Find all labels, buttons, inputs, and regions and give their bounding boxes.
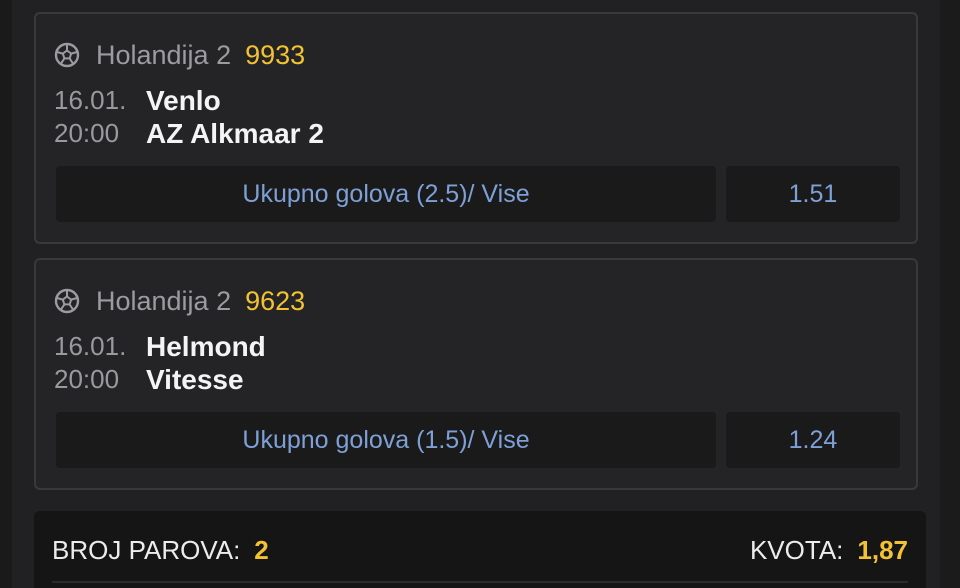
bet-selection[interactable]: Ukupno golova (1.5)/ Vise <box>56 412 716 468</box>
match-time: 20:00 <box>54 364 120 394</box>
bet-odd[interactable]: 1.24 <box>726 412 900 468</box>
away-team: Vitesse <box>146 364 244 395</box>
league-name: Holandija 2 <box>96 39 232 70</box>
match-code: 9623 <box>245 285 306 316</box>
match-time: 20:00 <box>54 118 120 148</box>
soccer-ball-icon <box>54 42 80 68</box>
total-odds-value: 1,87 <box>857 535 908 565</box>
match-date: 16.01. <box>54 331 127 361</box>
pairs-count: 2 <box>254 535 269 565</box>
home-team: Venlo <box>146 85 221 116</box>
betting-slip-screen: Holandija 2 9933 16.01. 20:00 Venlo AZ A… <box>0 0 960 588</box>
right-edge-strip <box>940 0 960 588</box>
slip-summary: BROJ PAROVA: 2 KVOTA: 1,87 <box>34 511 926 588</box>
odds-label: KVOTA: <box>749 535 844 565</box>
league-row: Holandija 2 9623 <box>54 284 305 318</box>
league-row: Holandija 2 9933 <box>54 38 305 72</box>
league-name: Holandija 2 <box>96 285 232 316</box>
total-odds-block: KVOTA: 1,87 <box>750 535 908 566</box>
soccer-ball-icon <box>54 288 80 314</box>
match-datetime: 16.01. 20:00 <box>54 84 134 150</box>
home-team: Helmond <box>146 331 266 362</box>
pairs-label: BROJ PAROVA: <box>52 535 241 565</box>
bet-ticket[interactable]: Holandija 2 9623 16.01. 20:00 Helmond Vi… <box>34 258 918 490</box>
match-teams: Venlo AZ Alkmaar 2 <box>146 84 324 150</box>
left-edge-strip <box>0 0 12 588</box>
away-team: AZ Alkmaar 2 <box>146 118 324 149</box>
match-code: 9933 <box>245 39 306 70</box>
match-datetime: 16.01. 20:00 <box>54 330 134 396</box>
match-teams: Helmond Vitesse <box>146 330 266 396</box>
summary-divider <box>52 581 908 583</box>
bet-ticket[interactable]: Holandija 2 9933 16.01. 20:00 Venlo AZ A… <box>34 12 918 244</box>
pairs-count-block: BROJ PAROVA: 2 <box>52 535 269 566</box>
bet-odd[interactable]: 1.51 <box>726 166 900 222</box>
match-date: 16.01. <box>54 85 127 115</box>
bet-selection[interactable]: Ukupno golova (2.5)/ Vise <box>56 166 716 222</box>
